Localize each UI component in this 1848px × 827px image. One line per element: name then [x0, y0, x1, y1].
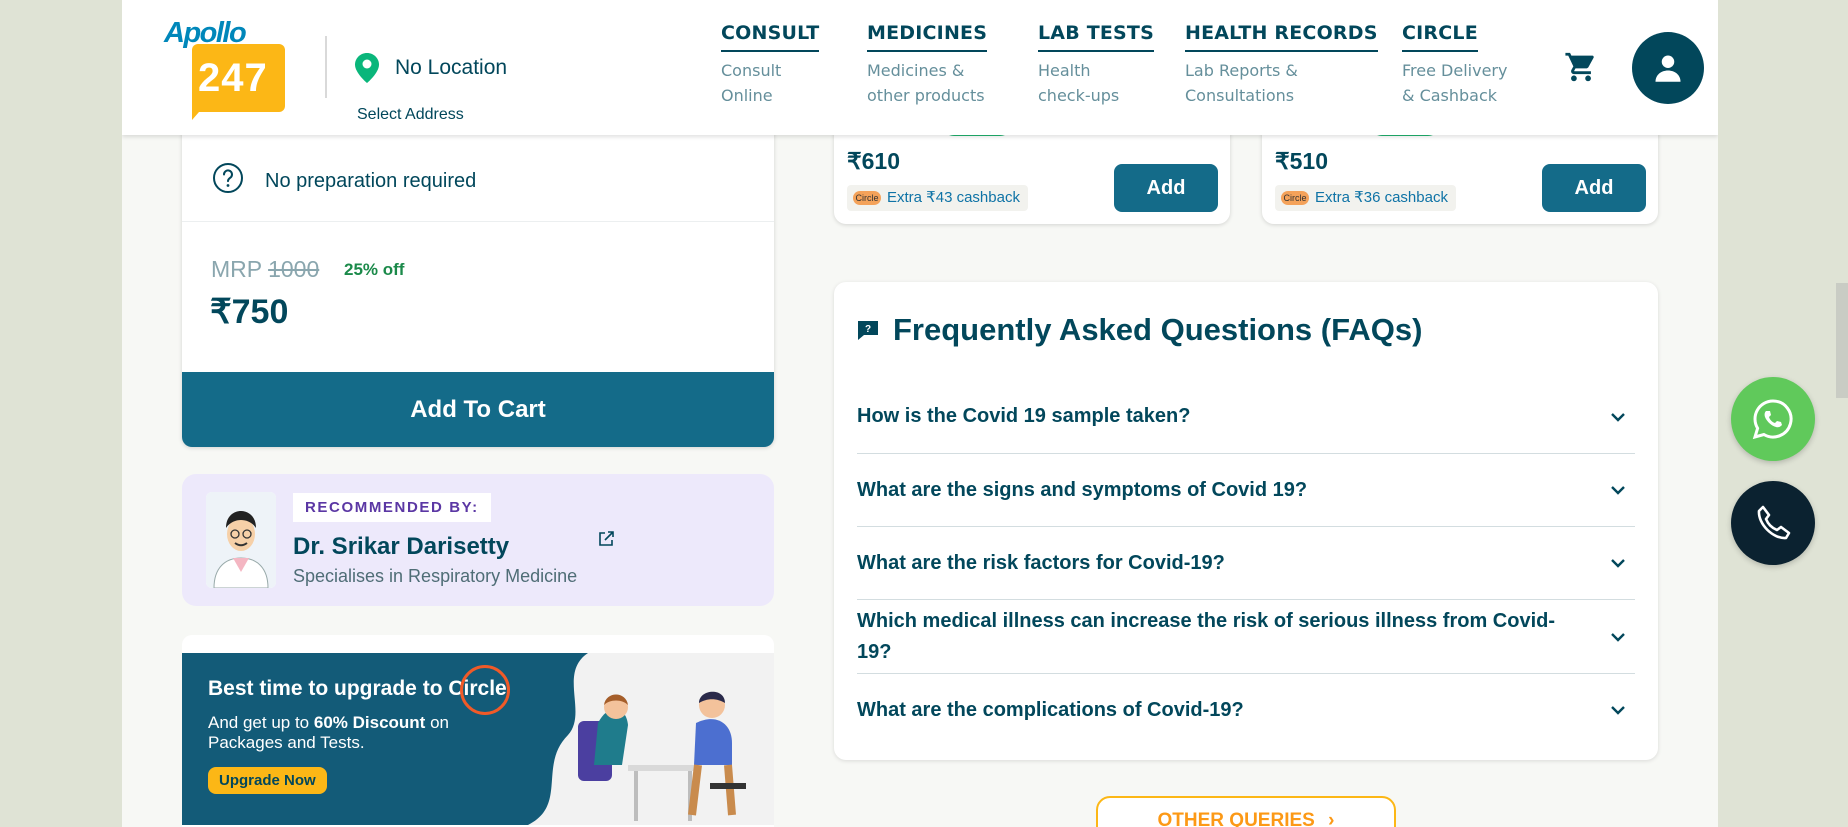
header-divider [325, 36, 327, 98]
chevron-down-icon [1611, 412, 1625, 422]
whatsapp-button[interactable] [1731, 377, 1815, 461]
doctor-speciality: Specialises in Respiratory Medicine [293, 566, 578, 586]
external-link-icon[interactable] [596, 529, 616, 549]
faq-title: Frequently Asked Questions (FAQs) [893, 312, 1423, 347]
chevron-right-icon: › [1328, 810, 1335, 827]
divider [182, 221, 774, 222]
preparation-text: No preparation required [265, 170, 477, 192]
faq-item[interactable]: What are the complications of Covid-19? [857, 674, 1635, 746]
recommended-by-card: RECOMMENDED BY: Dr. Srikar Darisetty Spe… [182, 474, 774, 606]
chevron-down-icon [1611, 706, 1625, 715]
nav-lab-tests[interactable]: LAB TESTS Health check-ups [1038, 22, 1154, 108]
final-price: ₹750 [210, 293, 289, 331]
circle-upgrade-banner[interactable]: Best time to upgrade to Circle And get u… [182, 653, 774, 825]
chevron-down-icon [1611, 559, 1625, 568]
mrp-value: 1000 [268, 256, 320, 282]
location-pin-icon[interactable] [354, 52, 380, 84]
user-profile-button[interactable] [1632, 32, 1704, 104]
nav-medicines[interactable]: MEDICINES Medicines & other products [867, 22, 988, 108]
doctor-avatar [206, 492, 276, 588]
select-address-link[interactable]: Select Address [357, 106, 464, 124]
chevron-down-icon [1611, 486, 1625, 495]
cashback-badge: Circle Extra ₹43 cashback [847, 185, 1028, 211]
circle-logo-ring [460, 665, 510, 715]
upgrade-now-button[interactable]: Upgrade Now [208, 767, 327, 794]
user-icon [1655, 55, 1681, 82]
circle-banner-card: Best time to upgrade to Circle And get u… [182, 635, 774, 827]
nav-health-records[interactable]: HEALTH RECORDS Lab Reports & Consultatio… [1185, 22, 1378, 108]
page-content: Apollo 247 No Location Select Address CO… [122, 0, 1718, 827]
recommended-tag: RECOMMENDED BY: [293, 493, 491, 522]
package-price: ₹610 [847, 148, 901, 174]
circle-badge-icon: Circle [1281, 191, 1309, 205]
mrp-price: MRP 1000 [211, 256, 320, 282]
apollo-logo[interactable]: Apollo 247 [164, 18, 285, 120]
top-header: Apollo 247 No Location Select Address CO… [122, 0, 1718, 135]
add-button[interactable]: Add [1114, 164, 1218, 212]
question-circle-icon [213, 163, 243, 193]
banner-illustration [528, 653, 774, 825]
whatsapp-icon [1752, 399, 1793, 440]
nav-circle[interactable]: CIRCLE Free Delivery & Cashback [1402, 22, 1507, 108]
cashback-badge: Circle Extra ₹36 cashback [1275, 185, 1456, 211]
faq-item[interactable]: What are the signs and symptoms of Covid… [857, 454, 1635, 527]
faq-item[interactable]: How is the Covid 19 sample taken? [857, 380, 1635, 454]
doctor-name[interactable]: Dr. Srikar Darisetty [293, 533, 509, 561]
cart-icon[interactable] [1564, 50, 1598, 84]
phone-icon [1757, 505, 1791, 540]
add-to-cart-button[interactable]: Add To Cart [182, 372, 774, 447]
faq-chat-icon: ? [858, 321, 878, 340]
faq-item[interactable]: Which medical illness can increase the r… [857, 600, 1635, 674]
package-price: ₹510 [1275, 148, 1329, 174]
faq-item[interactable]: What are the risk factors for Covid-19? [857, 527, 1635, 600]
nav-consult[interactable]: CONSULT Consult Online [721, 22, 820, 108]
logo-number: 247 [198, 56, 268, 100]
discount-badge: 25% off [344, 260, 405, 279]
banner-subtitle: And get up to 60% Discount on Packages a… [208, 713, 449, 752]
other-queries-button[interactable]: OTHER QUERIES › [1096, 796, 1396, 827]
add-button[interactable]: Add [1542, 164, 1646, 212]
faq-section: ? Frequently Asked Questions (FAQs) How … [834, 282, 1658, 760]
scrollbar-thumb[interactable] [1836, 283, 1848, 398]
call-button[interactable] [1731, 481, 1815, 565]
location-label[interactable]: No Location [395, 56, 507, 80]
chevron-down-icon [1611, 632, 1625, 642]
svg-text:?: ? [865, 324, 871, 335]
circle-badge-icon: Circle [853, 191, 881, 205]
